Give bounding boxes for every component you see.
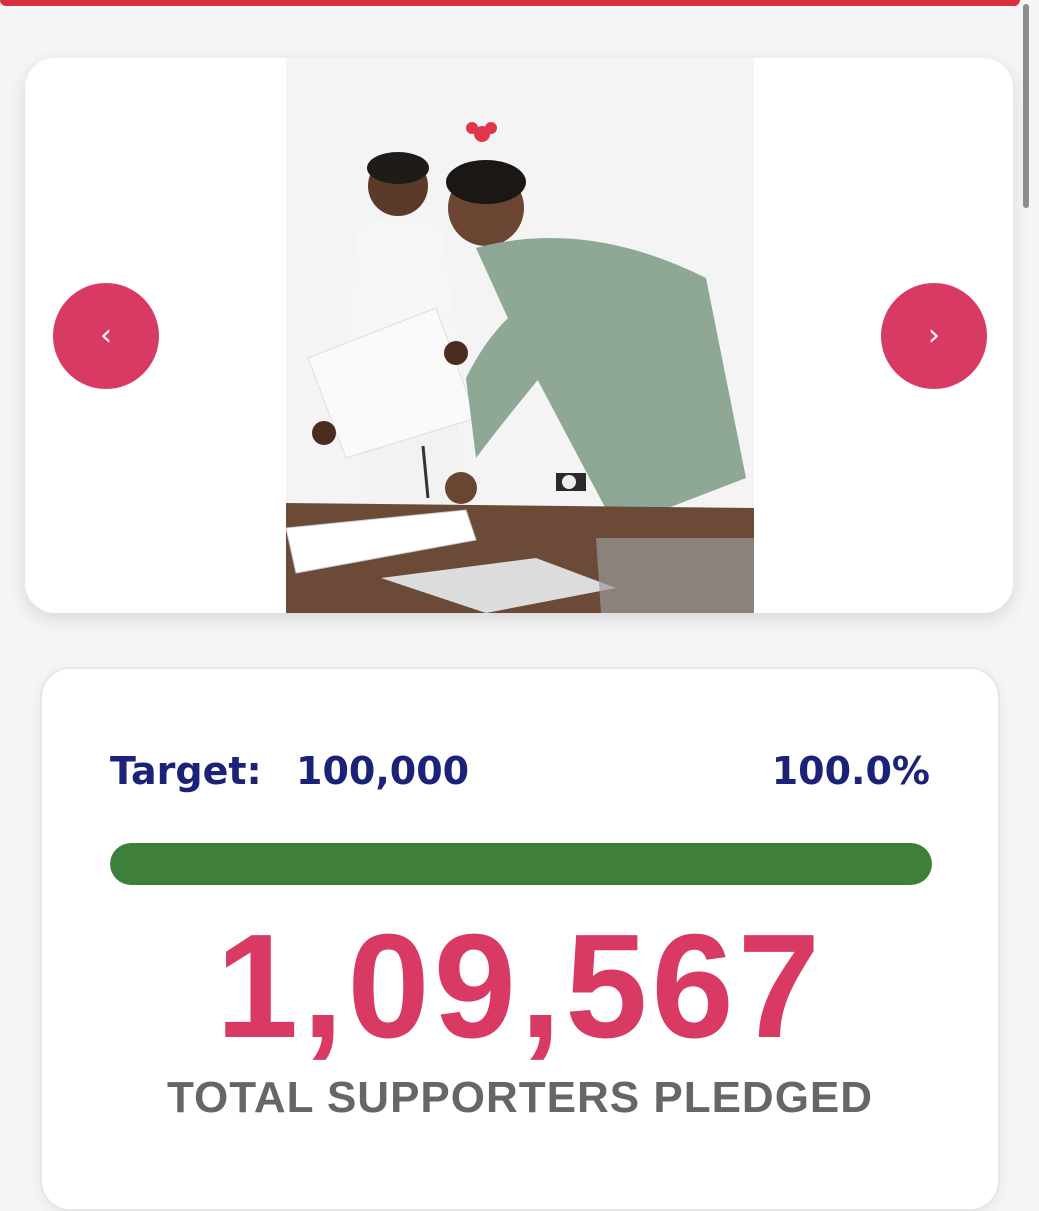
total-supporters-label: TOTAL SUPPORTERS PLEDGED [166, 1073, 874, 1122]
carousel-prev-button[interactable]: ‹ [53, 283, 159, 389]
top-accent-bar [0, 0, 1020, 6]
photo-carousel: ‹ › [25, 58, 1013, 613]
pledge-stats-card: Target: 100,000 100.0% 1,09,567 TOTAL SU… [40, 667, 1000, 1211]
progress-bar-fill [110, 843, 932, 885]
chevron-left-icon: ‹ [100, 318, 112, 353]
carousel-photo [286, 58, 754, 613]
carousel-next-button[interactable]: › [881, 283, 987, 389]
target-label: Target: [110, 749, 262, 793]
page-scrollbar[interactable] [1023, 4, 1029, 208]
total-supporters-count: 1,09,567 [215, 904, 825, 1069]
chevron-right-icon: › [928, 318, 940, 353]
progress-percent: 100.0% [771, 749, 930, 793]
target-row: Target: 100,000 100.0% [110, 749, 930, 799]
target-value: 100,000 [296, 749, 470, 793]
photo-illustration [286, 58, 754, 613]
progress-bar [110, 843, 932, 885]
